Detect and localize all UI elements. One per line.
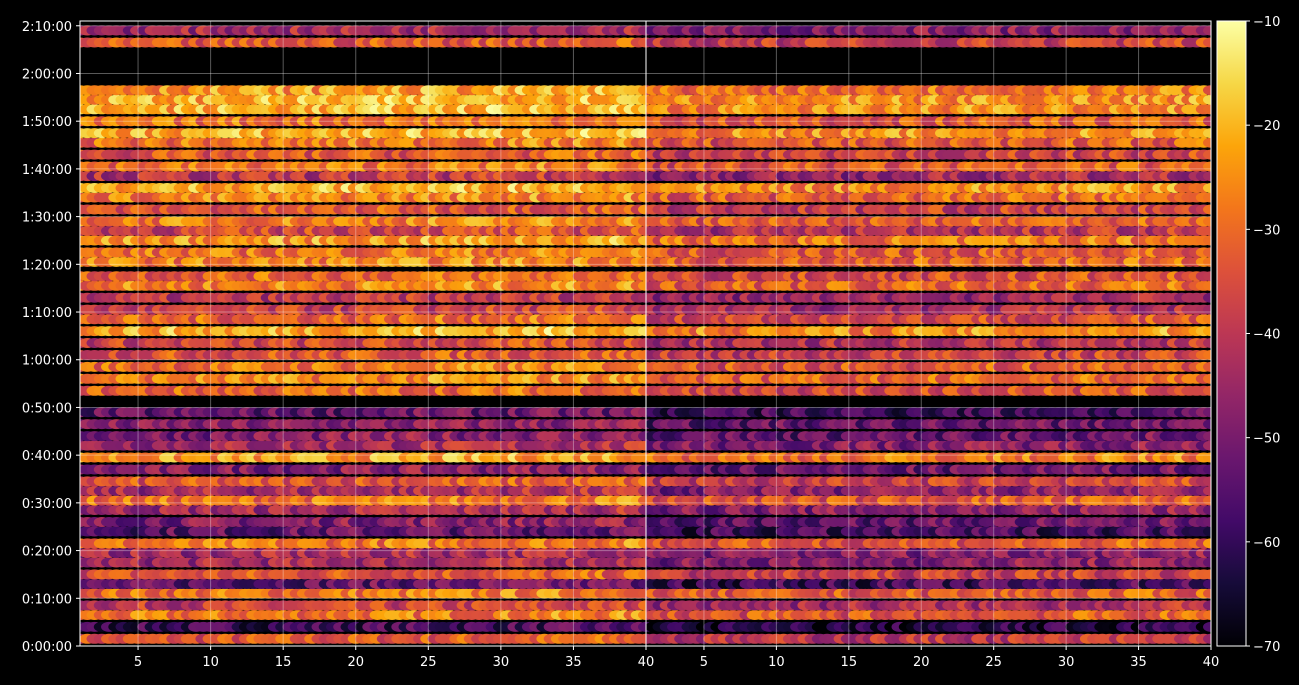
x-tick-label: 40 [638,655,655,670]
x-tick-label: 5 [134,655,142,670]
x-tick-label: 35 [565,655,582,670]
heatmap-panels: 5 10 15 20 25 30 35 40 5 10 15 20 25 30 35 40 [79,20,1219,670]
x-tick-label: 15 [275,655,292,670]
x-tick-label: 10 [202,655,219,670]
x-tick-label: 20 [347,655,364,670]
x-tick-label: 25 [420,655,437,670]
figure: 5 10 15 20 25 30 35 40 5 10 15 20 25 30 35 40 0:00:000:… [0,0,1299,685]
heatmap-panel-1: 5 10 15 20 25 30 35 40 [79,20,655,670]
x-tick-label: 30 [493,655,510,670]
heatmap-panel-2: 5 10 15 20 25 30 35 40 [645,20,1219,670]
